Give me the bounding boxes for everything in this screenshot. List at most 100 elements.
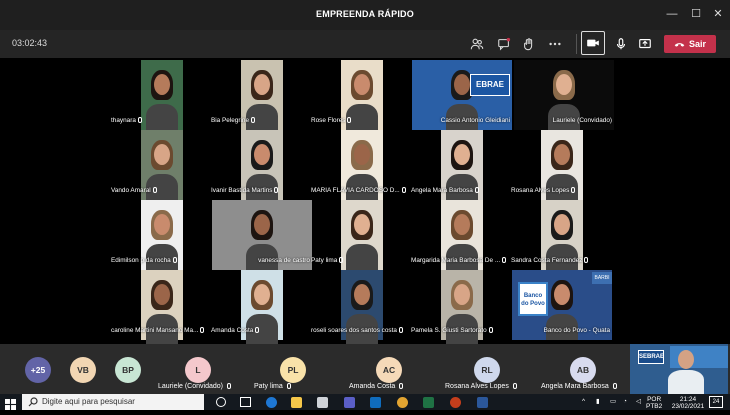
roster-name-text: Amanda Costa: [349, 383, 396, 390]
participant-name-text: vanessa de castro: [258, 257, 310, 264]
participant-avatar[interactable]: VB: [70, 357, 96, 383]
store-icon[interactable]: [317, 397, 328, 408]
participant-name: Paty lima: [311, 257, 344, 264]
roster-participant-name: Amanda Costa: [349, 383, 404, 390]
powerpoint-icon[interactable]: [450, 397, 461, 408]
outlook-icon[interactable]: [370, 397, 381, 408]
roster-name-text: Angela Mara Barbosa: [541, 383, 609, 390]
participant-face: [554, 214, 570, 235]
participant-roster: +25 VB BP L Lauriele (Convidado) PL Paty lima A…: [0, 344, 730, 394]
minimize-button[interactable]: —: [664, 6, 680, 22]
participant-name-text: Banco do Povo - Quata: [543, 327, 610, 334]
video-tile[interactable]: Margarida Maria Barbosa De ...: [411, 200, 507, 274]
notification-count: 24: [712, 399, 720, 405]
video-tile[interactable]: roseli soares dos santos costa: [311, 270, 403, 344]
participant-avatar[interactable]: PL: [280, 357, 306, 383]
tray-battery-icon[interactable]: ▭: [610, 398, 616, 405]
video-tile[interactable]: vanessa de castro: [212, 200, 312, 270]
muted-mic-icon: [347, 117, 352, 123]
muted-mic-icon: [474, 187, 479, 193]
taskbar-search-input[interactable]: Digite aqui para pesquisar: [22, 394, 204, 410]
participant-face: [354, 144, 370, 165]
video-tile[interactable]: Bia Pelegrine: [211, 60, 283, 134]
participants-icon[interactable]: [468, 35, 486, 53]
more-actions-icon[interactable]: [546, 35, 564, 53]
participant-avatar[interactable]: RL: [474, 357, 500, 383]
video-tile[interactable]: Amanda Costa: [211, 270, 283, 344]
participant-name: Sandra Costa Fernandez: [511, 257, 589, 264]
video-tile[interactable]: Banco do Povo BARBI Banco do Povo - Quata: [512, 270, 612, 340]
participant-name: Ivanir Bastida Martins: [211, 187, 279, 194]
muted-mic-icon: [612, 383, 617, 389]
share-screen-icon[interactable]: [636, 35, 654, 53]
participant-name: thaynara: [111, 117, 142, 124]
maximize-button[interactable]: ☐: [688, 6, 704, 22]
video-tile[interactable]: caroline Martini Mansano Ma...: [111, 270, 205, 344]
chrome-icon[interactable]: [397, 397, 408, 408]
microphone-icon[interactable]: [612, 35, 630, 53]
video-tile[interactable]: Vando Amaral: [111, 130, 183, 204]
tray-network-icon[interactable]: ▮: [596, 398, 600, 405]
video-tile[interactable]: Ivanir Bastida Martins: [211, 130, 283, 204]
muted-mic-icon: [488, 327, 493, 333]
self-shirt: [668, 370, 704, 394]
close-button[interactable]: ✕: [710, 6, 726, 22]
participant-face: [454, 74, 470, 95]
excel-icon[interactable]: [423, 397, 434, 408]
muted-mic-icon: [399, 383, 404, 389]
video-tile[interactable]: EBRAE Cassio Antonio Gleidiani: [412, 60, 512, 130]
muted-mic-icon: [584, 257, 589, 263]
video-tile[interactable]: Angela Mara Barbosa: [411, 130, 483, 204]
self-video-preview[interactable]: SEBRAE: [630, 344, 728, 394]
participant-name: Rose Flores: [311, 117, 352, 124]
video-tile[interactable]: Lauriele (Convidado): [514, 60, 614, 130]
participant-avatar[interactable]: BP: [115, 357, 141, 383]
tray-volume-icon[interactable]: ◁: [636, 398, 641, 405]
file-explorer-icon[interactable]: [291, 397, 302, 408]
notification-center-icon[interactable]: 24: [709, 396, 723, 408]
muted-mic-icon: [172, 257, 177, 263]
chat-icon[interactable]: [495, 35, 513, 53]
windows-start-icon[interactable]: [5, 397, 16, 410]
participant-name: Rosana Alves Lopes: [511, 187, 576, 194]
video-tile[interactable]: MARIA FLAVIA CARDOSO D...: [311, 130, 406, 204]
phone-hangup-icon: [674, 42, 685, 47]
clock[interactable]: 21:24 23/02/2021: [670, 396, 706, 410]
camera-button[interactable]: [581, 31, 605, 55]
video-grid: thaynara Bia Pelegrine Rose Flores EBRAE Cas…: [0, 58, 730, 344]
video-tile[interactable]: Pamela S. Giusti Sartorato: [411, 270, 493, 344]
windows-taskbar: Digite aqui para pesquisar ^ ▮ ▭ ◔ ◁ POR…: [0, 394, 730, 410]
leave-button[interactable]: Sair: [664, 35, 716, 53]
muted-mic-icon: [226, 383, 231, 389]
tray-chevron-icon[interactable]: ^: [582, 398, 585, 405]
participant-avatar[interactable]: AB: [570, 357, 596, 383]
raise-hand-icon[interactable]: [520, 35, 538, 53]
more-participants-avatar[interactable]: +25: [25, 357, 51, 383]
participant-name-text: Vando Amaral: [111, 187, 151, 194]
muted-mic-icon: [137, 117, 142, 123]
word-icon[interactable]: [477, 397, 488, 408]
teams-icon[interactable]: [344, 397, 355, 408]
clock-time: 21:24: [679, 396, 697, 403]
roster-name-text: Lauriele (Convidado): [158, 383, 223, 390]
participant-face: [354, 74, 370, 95]
tray-wifi-icon[interactable]: ◔: [623, 398, 627, 405]
video-tile[interactable]: Sandra Costa Fernandez: [511, 200, 589, 274]
edge-icon[interactable]: [266, 397, 277, 408]
task-view-icon[interactable]: [240, 397, 251, 407]
video-tile[interactable]: thaynara: [111, 60, 183, 134]
search-icon: [28, 397, 38, 407]
video-tile[interactable]: Rose Flores: [311, 60, 383, 134]
cortana-icon[interactable]: [216, 397, 226, 407]
video-tile[interactable]: Rosana Alves Lopes: [511, 130, 583, 204]
participant-name-text: Sandra Costa Fernandez: [511, 257, 583, 264]
participant-avatar[interactable]: L: [185, 357, 211, 383]
participant-name-text: Rose Flores: [311, 117, 346, 124]
participant-avatar[interactable]: AC: [376, 357, 402, 383]
video-tile[interactable]: Edimilson p da rocha: [111, 200, 183, 274]
muted-mic-icon: [502, 257, 507, 263]
participant-face: [154, 144, 170, 165]
video-tile[interactable]: Paty lima: [311, 200, 383, 274]
participant-name: roseli soares dos santos costa: [311, 327, 403, 334]
language-indicator[interactable]: POR PTB2: [646, 396, 662, 410]
